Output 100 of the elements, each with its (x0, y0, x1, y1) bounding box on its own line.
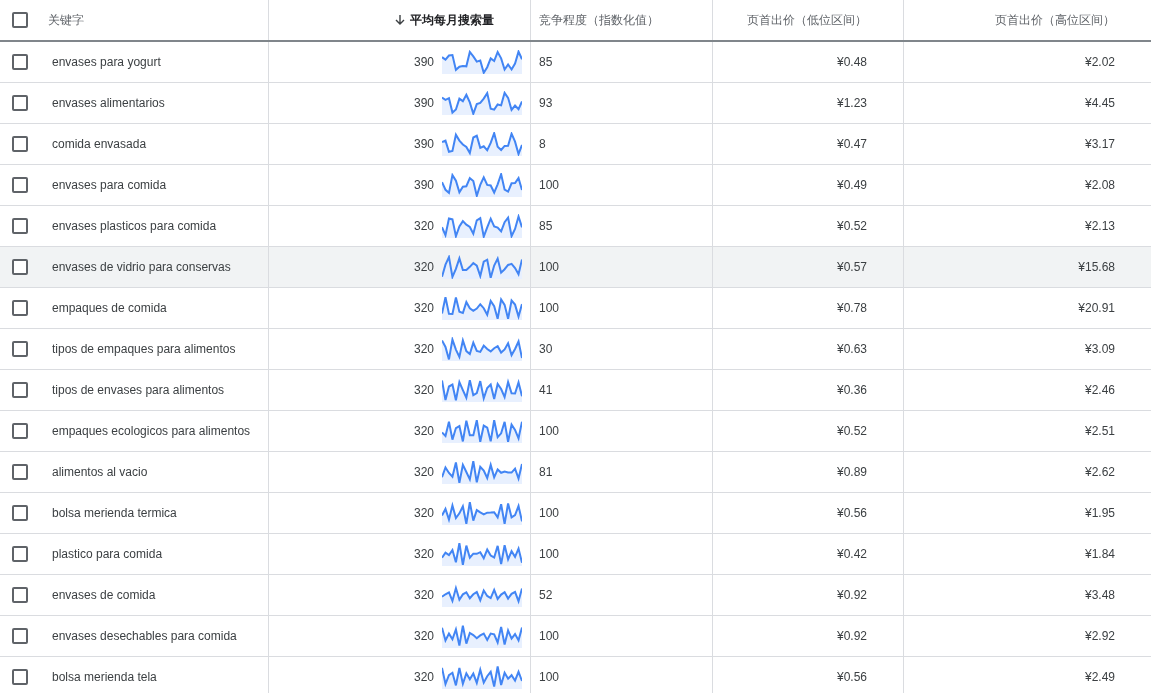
table-cell-text: ¥0.52 (836, 218, 867, 235)
table-row[interactable]: empaques ecologicos para alimentos 320 100 ¥0.52 ¥2.51 (0, 411, 1151, 452)
checkbox[interactable] (12, 382, 28, 398)
table-cell-text: envases plasticos para comida (52, 218, 217, 235)
column-header[interactable]: 关键字 (48, 11, 84, 29)
table-cell-text: 100 (539, 628, 560, 645)
table-cell-text: 8 (539, 136, 546, 153)
checkbox[interactable] (12, 464, 28, 480)
table-cell-text: 100 (539, 669, 560, 686)
table-cell-text: 390 (413, 136, 434, 153)
table-row[interactable]: comida envasada 390 8 ¥0.47 ¥3.17 (0, 124, 1151, 165)
table-cell-text: ¥15.68 (1078, 259, 1115, 276)
table-cell-text: envases para yogurt (52, 54, 161, 71)
checkbox[interactable] (12, 669, 28, 685)
table-cell-text: envases desechables para comida (52, 628, 237, 645)
table-cell-text: 100 (539, 300, 560, 317)
table-row[interactable]: empaques de comida 320 100 ¥0.78 ¥20.91 (0, 288, 1151, 329)
table-cell-text: 320 (413, 423, 434, 440)
column-header[interactable]: 平均每月搜索量 (410, 11, 494, 29)
table-cell-text: ¥3.48 (1084, 587, 1115, 604)
table-cell-text: 85 (539, 54, 553, 71)
table-cell-text: 320 (413, 505, 434, 522)
table-cell-text: ¥2.62 (1084, 464, 1115, 481)
table-cell-text: ¥2.08 (1084, 177, 1115, 194)
checkbox[interactable] (12, 259, 28, 275)
checkbox[interactable] (12, 177, 28, 193)
table-cell-text: 390 (413, 54, 434, 71)
table-cell-text: ¥2.46 (1084, 382, 1115, 399)
checkbox[interactable] (12, 12, 28, 28)
table-cell-text: ¥4.45 (1084, 95, 1115, 112)
checkbox[interactable] (12, 341, 28, 357)
table-cell-text: 320 (413, 464, 434, 481)
column-header[interactable]: 页首出价（低位区间） (747, 11, 867, 29)
table-cell-text: ¥3.17 (1084, 136, 1115, 153)
checkbox[interactable] (12, 546, 28, 562)
checkbox[interactable] (12, 54, 28, 70)
table-cell-text: 320 (413, 218, 434, 235)
table-row[interactable]: tipos de empaques para alimentos 320 30 ¥0.63 ¥3.09 (0, 329, 1151, 370)
table-cell-text: empaques de comida (52, 300, 167, 317)
table-cell-text: ¥1.95 (1084, 505, 1115, 522)
checkbox[interactable] (12, 505, 28, 521)
table-cell-text: ¥2.13 (1084, 218, 1115, 235)
column-header[interactable]: 页首出价（高位区间） (995, 11, 1115, 29)
table-cell-text: ¥0.63 (836, 341, 867, 358)
checkbox[interactable] (12, 300, 28, 316)
table-cell-text: ¥0.48 (836, 54, 867, 71)
table-row[interactable]: envases para comida 390 100 ¥0.49 ¥2.08 (0, 165, 1151, 206)
table-cell-text: 320 (413, 382, 434, 399)
table-cell-text: ¥1.23 (836, 95, 867, 112)
checkbox[interactable] (12, 218, 28, 234)
table-cell-text: ¥2.02 (1084, 54, 1115, 71)
table-cell-text: 320 (413, 628, 434, 645)
table-row[interactable]: alimentos al vacio 320 81 ¥0.89 ¥2.62 (0, 452, 1151, 493)
table-row[interactable]: envases para yogurt 390 85 ¥0.48 ¥2.02 (0, 42, 1151, 83)
table-cell-text: ¥3.09 (1084, 341, 1115, 358)
checkbox[interactable] (12, 95, 28, 111)
column-header[interactable]: 竞争程度（指数化值） (539, 11, 659, 29)
table-cell-text: ¥1.84 (1084, 546, 1115, 563)
table-cell-text: 81 (539, 464, 553, 481)
table-row[interactable]: plastico para comida 320 100 ¥0.42 ¥1.84 (0, 534, 1151, 575)
table-cell-text: ¥0.42 (836, 546, 867, 563)
table-row[interactable]: tipos de envases para alimentos 320 41 ¥0.36 ¥2.46 (0, 370, 1151, 411)
table-cell-text: 320 (413, 587, 434, 604)
table-cell-text: ¥0.47 (836, 136, 867, 153)
checkbox[interactable] (12, 136, 28, 152)
table-cell-text: ¥0.52 (836, 423, 867, 440)
table-row[interactable]: envases de vidrio para conservas 320 100 ¥0.57 ¥15.68 (0, 247, 1151, 288)
table-row[interactable]: envases de comida 320 52 ¥0.92 ¥3.48 (0, 575, 1151, 616)
table-row[interactable]: envases desechables para comida 320 100 ¥0.92 ¥2.92 (0, 616, 1151, 657)
table-cell-text: ¥0.92 (836, 587, 867, 604)
table-cell-text: tipos de empaques para alimentos (52, 341, 236, 358)
table-cell-text: envases alimentarios (52, 95, 165, 112)
table-cell-text: 41 (539, 382, 553, 399)
table-row[interactable]: envases plasticos para comida 320 85 ¥0.52 ¥2.13 (0, 206, 1151, 247)
table-cell-text: 100 (539, 423, 560, 440)
table-cell-text: envases de vidrio para conservas (52, 259, 231, 276)
table-cell-text: 100 (539, 259, 560, 276)
table-cell-text: bolsa merienda tela (52, 669, 157, 686)
table-cell-text: comida envasada (52, 136, 147, 153)
table-cell-text: alimentos al vacio (52, 464, 148, 481)
checkbox[interactable] (12, 423, 28, 439)
table-cell-text: ¥0.89 (836, 464, 867, 481)
table-cell-text: ¥0.36 (836, 382, 867, 399)
table-cell-text: plastico para comida (52, 546, 163, 563)
table-cell-text: ¥0.56 (836, 505, 867, 522)
table-cell-text: 100 (539, 546, 560, 563)
table-cell-text: 390 (413, 177, 434, 194)
checkbox[interactable] (12, 628, 28, 644)
table-row[interactable]: envases alimentarios 390 93 ¥1.23 ¥4.45 (0, 83, 1151, 124)
table-cell-text: 52 (539, 587, 553, 604)
table-cell-text: tipos de envases para alimentos (52, 382, 225, 399)
table-row[interactable]: bolsa merienda termica 320 100 ¥0.56 ¥1.95 (0, 493, 1151, 534)
table-cell-text: ¥0.92 (836, 628, 867, 645)
table-cell-text: 320 (413, 546, 434, 563)
table-cell-text: ¥20.91 (1078, 300, 1115, 317)
table-cell-text: 320 (413, 341, 434, 358)
table-cell-text: 30 (539, 341, 553, 358)
table-cell-text: envases de comida (52, 587, 156, 604)
table-cell-text: ¥2.92 (1084, 628, 1115, 645)
checkbox[interactable] (12, 587, 28, 603)
